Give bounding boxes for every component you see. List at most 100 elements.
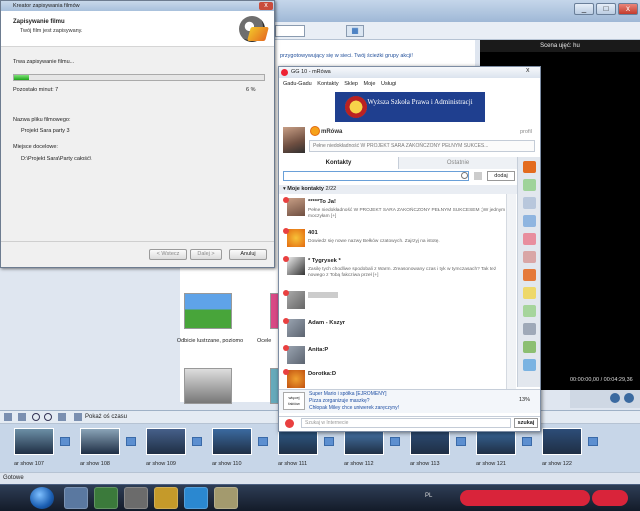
mail-icon[interactable] (523, 197, 536, 209)
chat-icon[interactable] (523, 179, 536, 191)
effect-thumbnail[interactable] (184, 368, 232, 404)
taskbar-skype-icon[interactable] (184, 487, 208, 509)
clip-label: ar show 112 (344, 461, 374, 467)
add-contact-button[interactable]: dodaj (487, 171, 515, 181)
hand-icon[interactable] (523, 251, 536, 263)
contact-name[interactable]: 401 (308, 230, 318, 236)
start-button[interactable] (30, 487, 54, 509)
contact-avatar[interactable] (287, 257, 305, 275)
status-description-input[interactable]: Pełne niedokładność W PROJEKT SARA ZAKOŃ… (309, 140, 535, 152)
ad-banner[interactable]: Wyższa Szkoła Prawa i Administracji (335, 92, 485, 122)
web-search-button[interactable]: szukaj (514, 418, 538, 428)
maximize-icon[interactable]: □ (596, 3, 616, 15)
language-indicator[interactable]: PL (425, 493, 432, 499)
collection-dropdown[interactable] (275, 25, 305, 37)
avatar[interactable] (283, 127, 305, 153)
more-icon[interactable] (523, 359, 536, 371)
contact-list-scrollbar[interactable] (506, 194, 516, 394)
status-available-icon[interactable] (311, 127, 319, 135)
storyboard-clip[interactable] (278, 428, 318, 455)
menu-item-uslugi[interactable]: Usługi (381, 81, 396, 87)
search-icon[interactable] (461, 172, 468, 179)
storyboard-clip[interactable] (410, 428, 450, 455)
storyboard-clip[interactable] (14, 428, 54, 455)
music-icon[interactable] (523, 269, 536, 281)
storyboard-clip[interactable] (476, 428, 516, 455)
sms-icon[interactable] (523, 305, 536, 317)
tab-recent[interactable]: Ostatnie (399, 157, 517, 169)
menu-item-kontakty[interactable]: Kontakty (317, 81, 338, 87)
show-timeline-button[interactable]: Pokaż oś czasu (85, 411, 127, 423)
contacts-icon[interactable] (523, 161, 536, 173)
effect-thumbnail[interactable] (184, 293, 232, 329)
contact-name[interactable]: * Tygrysek * (308, 258, 341, 264)
filter-icon[interactable] (474, 172, 482, 180)
photos-icon[interactable] (523, 323, 536, 335)
transition-slot[interactable] (126, 437, 136, 446)
contact-avatar[interactable] (287, 370, 305, 388)
taskbar-folder-icon[interactable] (154, 487, 178, 509)
timeline-tool-icon[interactable] (18, 413, 26, 421)
cancel-button[interactable]: Anuluj (229, 249, 267, 260)
transition-slot[interactable] (588, 437, 598, 446)
timeline-tool-icon[interactable] (4, 413, 12, 421)
minimize-icon[interactable]: _ (574, 3, 594, 15)
storyboard-clip[interactable] (146, 428, 186, 455)
close-icon[interactable]: x (259, 2, 273, 10)
contact-avatar[interactable] (287, 346, 305, 364)
contact-avatar[interactable] (287, 291, 305, 309)
transition-slot[interactable] (60, 437, 70, 446)
taskbar-explorer-icon[interactable] (214, 487, 238, 509)
view-layout-button[interactable]: ▦ (346, 25, 364, 37)
contact-name[interactable] (308, 292, 338, 298)
news-item[interactable]: Pizza zorganizuje maszkę? (309, 398, 370, 404)
play-storyboard-icon[interactable] (58, 413, 66, 421)
profile-link[interactable]: profil (520, 129, 532, 135)
transition-slot[interactable] (324, 437, 334, 446)
notes-icon[interactable] (523, 287, 536, 299)
contact-name[interactable]: Adam - Kszyr (308, 320, 345, 326)
menu-item-gadu-gadu[interactable]: Gadu-Gadu (283, 81, 312, 87)
apps-icon[interactable] (523, 341, 536, 353)
back-button[interactable]: < Wstecz (149, 249, 187, 260)
zoom-in-icon[interactable] (32, 413, 40, 421)
contact-name[interactable]: *****To Ja! (308, 199, 336, 205)
filename-value: Projekt Sara party 3 (21, 128, 70, 134)
taskbar-app-icon[interactable] (64, 487, 88, 509)
tab-contacts[interactable]: Kontakty (279, 157, 399, 169)
news-item[interactable]: Chłopak Miley chce uniwerek zaręczyny! (309, 405, 399, 411)
contact-name[interactable]: Anita:P (308, 347, 328, 353)
contact-avatar[interactable] (287, 229, 305, 247)
menu-item-moje[interactable]: Moje (364, 81, 376, 87)
contact-status-icon (283, 318, 289, 324)
storyboard-clip[interactable] (212, 428, 252, 455)
split-icon[interactable] (624, 393, 634, 403)
contact-name[interactable]: Dorotka:D (308, 371, 336, 377)
storyboard-clip[interactable] (80, 428, 120, 455)
contact-search-input[interactable] (283, 171, 469, 181)
games-icon[interactable] (523, 233, 536, 245)
menu-item-sklep[interactable]: Sklep (344, 81, 358, 87)
news-icon[interactable]: więcej faktów (283, 392, 305, 410)
close-icon[interactable]: x (526, 67, 530, 74)
contact-group-header[interactable]: ▾ Moje kontakty 2/22 (279, 185, 517, 194)
taskbar-moviemaker-icon[interactable] (124, 487, 148, 509)
timeline-toggle-icon[interactable] (74, 413, 82, 421)
taskbar-app-icon[interactable] (94, 487, 118, 509)
play-icon[interactable] (610, 393, 620, 403)
storyboard-clip[interactable] (344, 428, 384, 455)
transition-slot[interactable] (192, 437, 202, 446)
storyboard-clip[interactable] (542, 428, 582, 455)
transition-slot[interactable] (390, 437, 400, 446)
news-item[interactable]: Super Mario i spółka [EJROMENY] (309, 391, 387, 397)
transition-slot[interactable] (456, 437, 466, 446)
transition-slot[interactable] (522, 437, 532, 446)
web-search-input[interactable]: Szukaj w Internecie (301, 418, 511, 428)
transition-slot[interactable] (258, 437, 268, 446)
next-button[interactable]: Dalej > (190, 249, 222, 260)
contact-avatar[interactable] (287, 319, 305, 337)
zoom-out-icon[interactable] (44, 413, 52, 421)
home-icon[interactable] (523, 215, 536, 227)
close-icon[interactable]: x (618, 3, 638, 15)
contact-avatar[interactable] (287, 198, 305, 216)
